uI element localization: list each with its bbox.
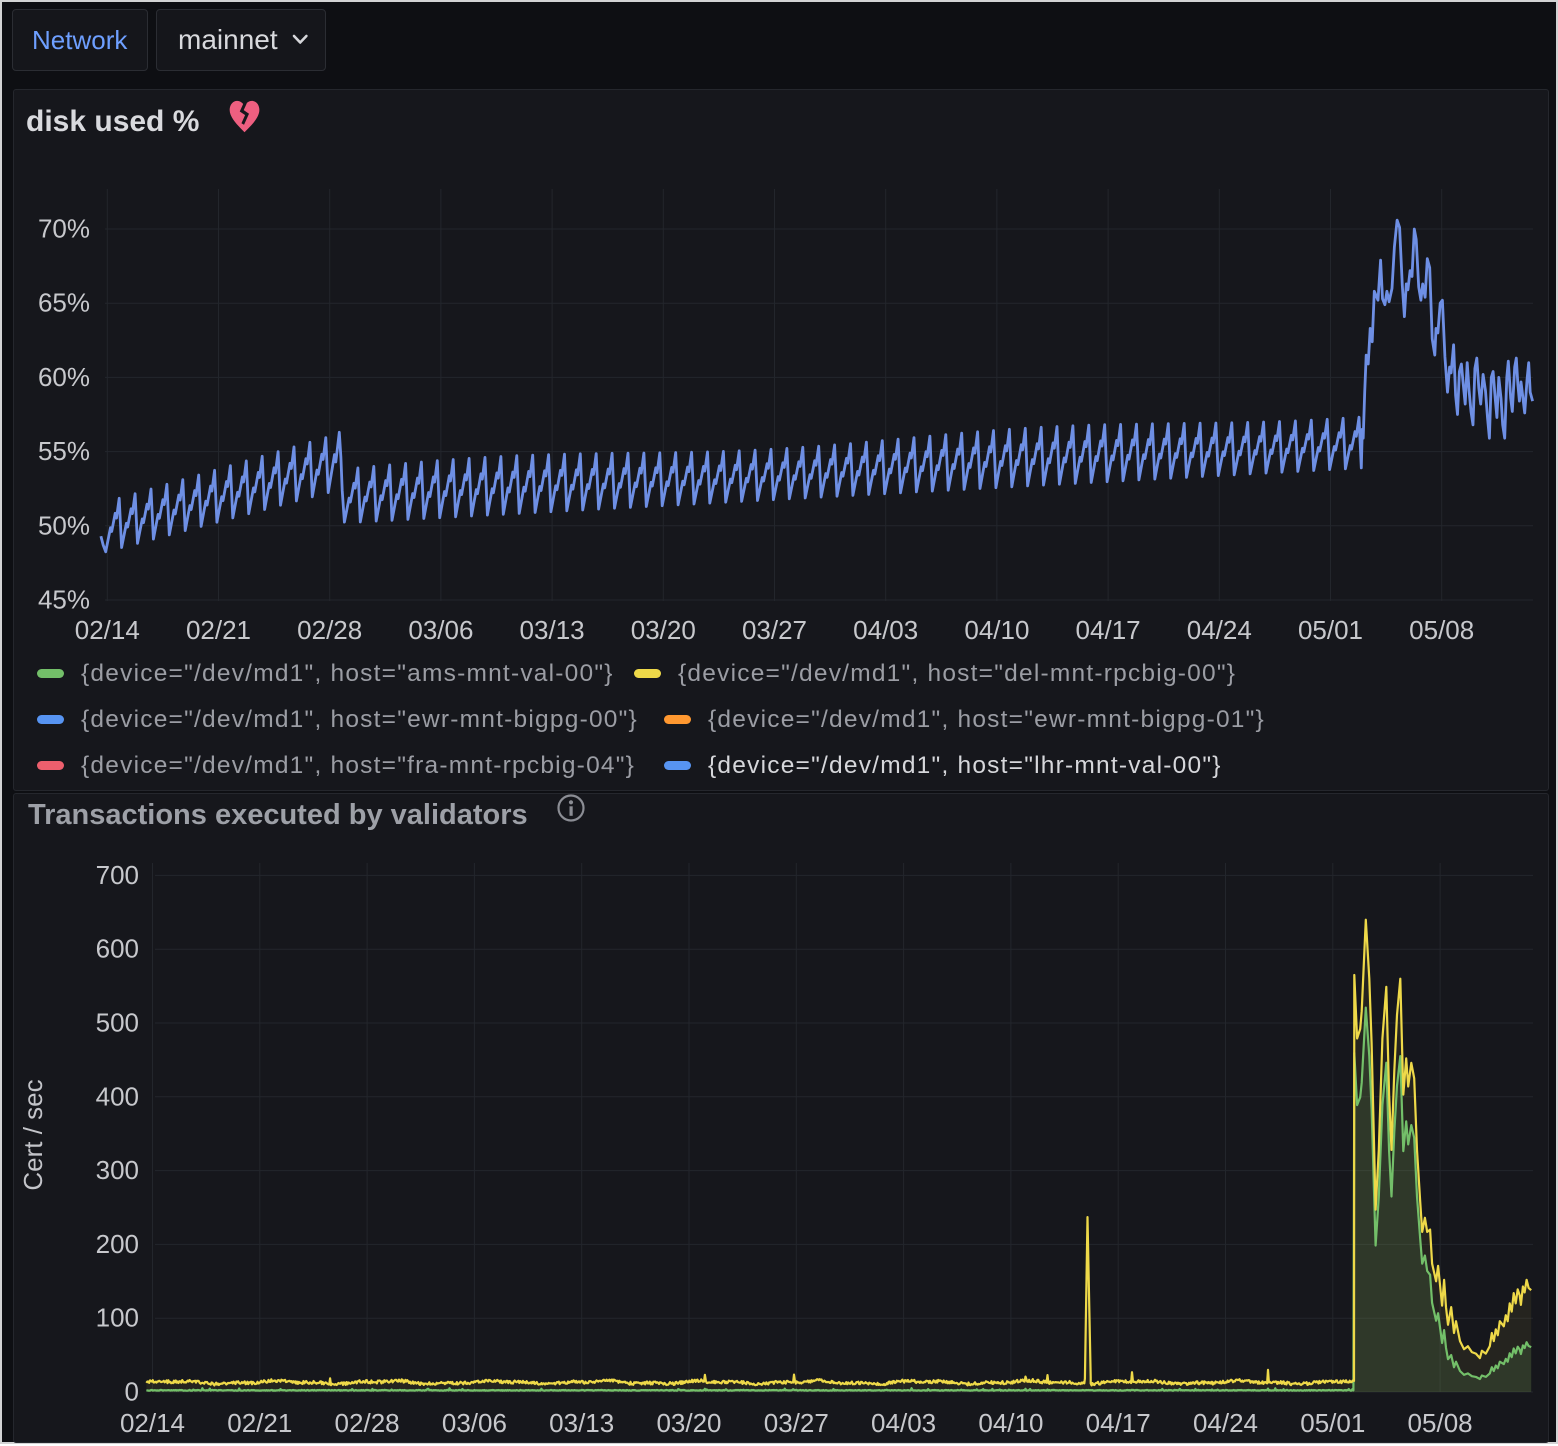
svg-text:55%: 55% <box>38 436 90 466</box>
svg-text:05/08: 05/08 <box>1408 1408 1473 1438</box>
svg-text:03/13: 03/13 <box>520 615 585 645</box>
svg-text:02/28: 02/28 <box>335 1408 400 1438</box>
svg-text:500: 500 <box>96 1008 139 1038</box>
svg-text:05/01: 05/01 <box>1300 1408 1365 1438</box>
svg-text:300: 300 <box>96 1155 139 1185</box>
svg-text:600: 600 <box>96 934 139 964</box>
svg-text:02/28: 02/28 <box>297 615 362 645</box>
svg-text:04/24: 04/24 <box>1187 615 1252 645</box>
svg-text:400: 400 <box>96 1081 139 1111</box>
svg-text:02/14: 02/14 <box>75 615 140 645</box>
svg-text:03/20: 03/20 <box>631 615 696 645</box>
svg-text:04/10: 04/10 <box>964 615 1029 645</box>
svg-text:Cert / sec: Cert / sec <box>18 1079 48 1190</box>
svg-text:50%: 50% <box>38 510 90 540</box>
svg-text:70%: 70% <box>38 214 90 244</box>
svg-text:04/17: 04/17 <box>1076 615 1141 645</box>
svg-text:100: 100 <box>96 1303 139 1333</box>
svg-text:02/14: 02/14 <box>120 1408 185 1438</box>
svg-text:04/17: 04/17 <box>1086 1408 1151 1438</box>
svg-text:45%: 45% <box>38 585 90 615</box>
svg-text:03/27: 03/27 <box>742 615 807 645</box>
svg-text:04/10: 04/10 <box>978 1408 1043 1438</box>
svg-text:04/03: 04/03 <box>853 615 918 645</box>
svg-text:02/21: 02/21 <box>227 1408 292 1438</box>
svg-text:05/08: 05/08 <box>1409 615 1474 645</box>
svg-text:200: 200 <box>96 1229 139 1259</box>
svg-text:03/06: 03/06 <box>442 1408 507 1438</box>
svg-text:04/03: 04/03 <box>871 1408 936 1438</box>
svg-text:03/20: 03/20 <box>656 1408 721 1438</box>
svg-text:05/01: 05/01 <box>1298 615 1363 645</box>
svg-text:03/06: 03/06 <box>408 615 473 645</box>
svg-text:02/21: 02/21 <box>186 615 251 645</box>
svg-text:65%: 65% <box>38 288 90 318</box>
svg-text:700: 700 <box>96 860 139 890</box>
svg-text:60%: 60% <box>38 362 90 392</box>
svg-text:0: 0 <box>125 1377 139 1407</box>
svg-text:04/24: 04/24 <box>1193 1408 1258 1438</box>
svg-text:03/13: 03/13 <box>549 1408 614 1438</box>
svg-text:03/27: 03/27 <box>764 1408 829 1438</box>
